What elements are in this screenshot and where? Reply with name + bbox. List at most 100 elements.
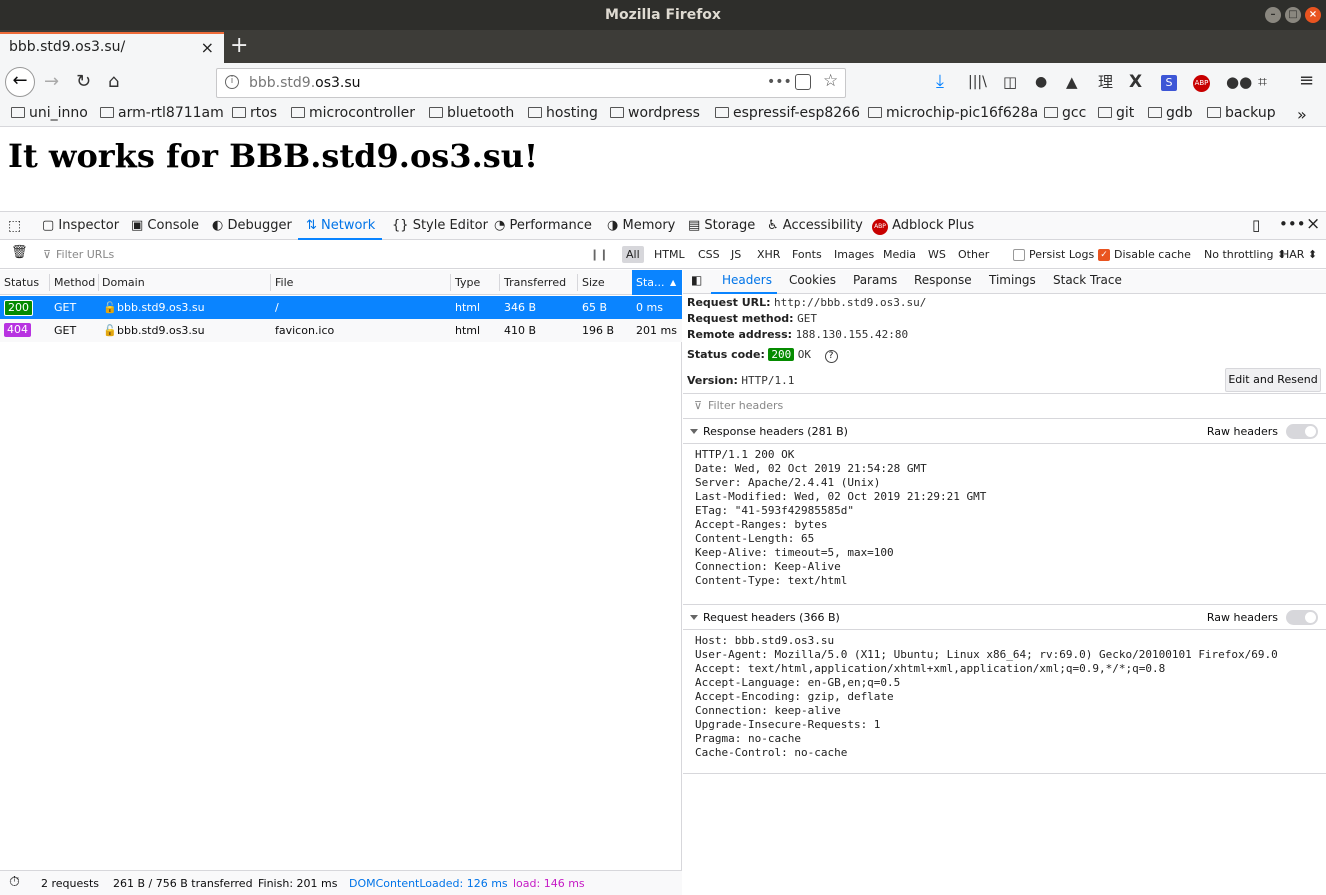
filter-type-css[interactable]: CSS (698, 248, 720, 261)
column-divider[interactable] (450, 274, 451, 291)
filter-type-media[interactable]: Media (883, 248, 916, 261)
crop-icon[interactable]: ⌗ (1258, 72, 1267, 92)
bookmark-folder[interactable]: wordpress (610, 105, 700, 121)
column-divider[interactable] (49, 274, 50, 291)
column-divider[interactable] (577, 274, 578, 291)
library-icon[interactable]: |||\ (968, 72, 987, 92)
home-icon[interactable]: ⌂ (108, 72, 119, 92)
filter-type-fonts[interactable]: Fonts (792, 248, 822, 261)
bookmark-folder[interactable]: microchip-pic16f628a (868, 105, 1038, 121)
extension-b-icon[interactable]: 理 (1098, 72, 1113, 92)
column-divider[interactable] (499, 274, 500, 291)
response-headers-section[interactable]: Response headers (281 B) Raw headers (683, 418, 1326, 444)
url-text[interactable]: bbb.std9.os3.su (249, 75, 361, 91)
tab-adblock-plus[interactable]: ABP Adblock Plus (872, 218, 974, 235)
extension-a-icon[interactable]: ▲ (1066, 72, 1078, 92)
raw-headers-toggle[interactable] (1286, 610, 1318, 625)
tab-memory[interactable]: ◑ Memory (607, 218, 675, 233)
bookmark-folder[interactable]: espressif-esp8266 (715, 105, 860, 121)
column-type[interactable]: Type (455, 276, 480, 289)
bookmark-folder[interactable]: git (1098, 105, 1134, 121)
tab-console[interactable]: ▣ Console (131, 218, 199, 233)
bookmark-folder[interactable]: bluetooth (429, 105, 514, 121)
filter-type-xhr[interactable]: XHR (757, 248, 780, 261)
filter-type-all[interactable]: All (622, 246, 644, 263)
bookmark-folder[interactable]: uni_inno (11, 105, 88, 121)
filter-urls-input[interactable]: Filter URLs (56, 248, 114, 261)
sidebar-icon[interactable]: ◫ (1003, 72, 1017, 92)
tab-accessibility[interactable]: ♿ Accessibility (767, 218, 863, 233)
column-transferred[interactable]: Transferred (504, 276, 566, 289)
filter-type-other[interactable]: Other (958, 248, 989, 261)
bookmark-star-icon[interactable]: ☆ (823, 71, 838, 91)
column-file[interactable]: File (275, 276, 293, 289)
tab-response[interactable]: Response (914, 273, 972, 287)
adblock-plus-icon[interactable]: ABP (1193, 75, 1210, 92)
new-tab-icon[interactable]: + (230, 33, 248, 58)
clear-icon[interactable]: 🗑 (11, 245, 28, 260)
account-icon[interactable]: ● (1035, 72, 1047, 92)
close-window-icon[interactable]: × (1305, 7, 1321, 23)
back-button-icon[interactable]: ← (5, 67, 35, 97)
close-devtools-icon[interactable]: × (1306, 214, 1320, 234)
filter-type-images[interactable]: Images (834, 248, 874, 261)
dock-icon[interactable]: ▯ (1252, 216, 1260, 234)
minimize-icon[interactable]: – (1265, 7, 1281, 23)
tab-stack-trace[interactable]: Stack Trace (1053, 273, 1122, 287)
column-domain[interactable]: Domain (102, 276, 145, 289)
request-row[interactable]: 404 GET 🔓 bbb.std9.os3.su favicon.ico ht… (0, 319, 682, 342)
tab-storage[interactable]: ▤ Storage (688, 218, 755, 233)
bookmark-folder[interactable]: gcc (1044, 105, 1086, 121)
site-info-icon[interactable]: i (225, 75, 239, 89)
column-status[interactable]: Status (4, 276, 39, 289)
bookmark-folder[interactable]: hosting (528, 105, 598, 121)
pocket-icon[interactable] (795, 74, 811, 90)
page-actions-icon[interactable]: ••• (767, 74, 792, 90)
extension-dots-icon[interactable]: ●● (1226, 72, 1252, 92)
tab-style-editor[interactable]: {} Style Editor (392, 218, 488, 233)
tab-params[interactable]: Params (853, 273, 897, 287)
filter-headers-input[interactable]: Filter headers (708, 399, 783, 412)
bookmark-folder[interactable]: arm-rtl8711am (100, 105, 224, 121)
tab-debugger[interactable]: ◐ Debugger (212, 218, 292, 233)
browser-tab[interactable]: bbb.std9.os3.su/ × (0, 32, 224, 63)
menu-icon[interactable]: ≡ (1299, 71, 1314, 91)
toggle-sidebar-icon[interactable]: ◧ (691, 273, 702, 287)
maximize-icon[interactable]: □ (1285, 7, 1301, 23)
column-divider[interactable] (98, 274, 99, 291)
column-start-time[interactable]: Sta... (636, 276, 665, 289)
column-method[interactable]: Method (54, 276, 95, 289)
tab-timings[interactable]: Timings (989, 273, 1036, 287)
filter-type-js[interactable]: JS (731, 248, 741, 261)
tab-network[interactable]: ⇅ Network (306, 218, 375, 233)
forward-button-icon[interactable]: → (44, 72, 59, 92)
tab-performance[interactable]: ◔ Performance (494, 218, 592, 233)
filter-type-ws[interactable]: WS (928, 248, 946, 261)
bookmark-folder[interactable]: rtos (232, 105, 277, 121)
tab-inspector[interactable]: ▢ Inspector (42, 218, 119, 233)
edit-and-resend-button[interactable]: Edit and Resend (1225, 368, 1321, 392)
throttling-select[interactable]: No throttling ⬍ (1204, 248, 1286, 261)
help-icon[interactable]: ? (824, 350, 838, 363)
element-picker-icon[interactable]: ⬚ (8, 218, 21, 234)
close-tab-icon[interactable]: × (201, 38, 214, 57)
tab-headers[interactable]: Headers (722, 273, 772, 287)
column-divider[interactable] (270, 274, 271, 291)
bookmarks-overflow-icon[interactable]: » (1297, 105, 1307, 124)
extension-x-icon[interactable]: X (1129, 72, 1142, 92)
performance-analysis-icon[interactable]: ⏱ (9, 874, 20, 890)
url-bar[interactable]: i bbb.std9.os3.su ••• ☆ (216, 68, 846, 98)
filter-type-html[interactable]: HTML (654, 248, 685, 261)
request-headers-section[interactable]: Request headers (366 B) Raw headers (683, 604, 1326, 630)
pause-icon[interactable]: ❙❙ (590, 248, 608, 261)
extension-s-icon[interactable]: S (1161, 75, 1177, 91)
bookmark-folder[interactable]: gdb (1148, 105, 1193, 121)
reload-icon[interactable]: ↻ (76, 72, 91, 92)
column-size[interactable]: Size (582, 276, 605, 289)
devtools-menu-icon[interactable]: ••• (1279, 215, 1306, 233)
download-icon[interactable]: ⤓ (936, 72, 944, 92)
bookmark-folder[interactable]: microcontroller (291, 105, 415, 121)
raw-headers-toggle[interactable] (1286, 424, 1318, 439)
bookmark-folder[interactable]: backup (1207, 105, 1276, 121)
request-row-selected[interactable]: 200 GET 🔓 bbb.std9.os3.su / html 346 B 6… (0, 296, 682, 319)
